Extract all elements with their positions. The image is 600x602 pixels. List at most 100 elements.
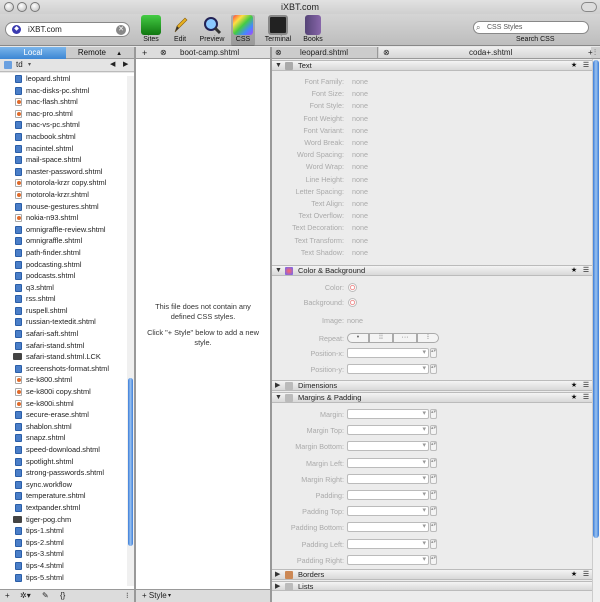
list-menu-icon[interactable]: ☰ [581, 393, 591, 403]
property-stepper[interactable]: ▴▾ [430, 554, 437, 565]
file-list-item[interactable]: nokia-n93.shtml [0, 212, 134, 224]
property-value[interactable]: none [352, 162, 368, 171]
edit-button[interactable]: Edit [168, 15, 192, 43]
list-menu-icon[interactable]: ☰ [581, 381, 591, 391]
zoom-window-button[interactable] [30, 2, 40, 12]
file-list-item[interactable]: leopard.shtml [0, 73, 134, 85]
file-list-item[interactable]: safari-stand.shtml [0, 340, 134, 352]
css-search-input[interactable]: CSS Styles [473, 21, 589, 34]
file-list-item[interactable]: russian-textedit.shtml [0, 316, 134, 328]
property-stepper[interactable]: ▴▾ [430, 425, 437, 436]
resize-handle-icon[interactable]: ⁝ [126, 590, 129, 602]
file-list-item[interactable]: mail-space.shtml [0, 154, 134, 166]
forward-arrow-button[interactable]: ▶ [123, 59, 128, 71]
close-tab-icon[interactable]: ⊗ [160, 47, 167, 59]
file-list-item[interactable]: ruspell.shtml [0, 305, 134, 317]
property-value[interactable]: none [352, 150, 368, 159]
property-dropdown[interactable] [347, 490, 429, 500]
property-dropdown[interactable] [347, 441, 429, 452]
edit-icon[interactable]: ✎ [42, 590, 49, 602]
tab-overflow-icon[interactable]: ⫶ [594, 47, 596, 59]
section-text[interactable]: ▼ Text ★ ☰ [272, 60, 592, 71]
file-list-item[interactable]: safari-saft.shtml [0, 328, 134, 340]
tab-remote[interactable]: Remote ▲ [67, 47, 133, 59]
tab-coda[interactable]: ⊗ coda+.shtml [379, 47, 591, 58]
position-x-dropdown[interactable] [347, 348, 429, 358]
file-list-item[interactable]: temperature.shtml [0, 490, 134, 502]
position-y-stepper[interactable]: ▴▾ [430, 364, 437, 374]
file-list-item[interactable]: omnigraffle.shtml [0, 235, 134, 247]
property-stepper[interactable]: ▴▾ [430, 538, 437, 549]
gear-icon[interactable]: ✲▾ [20, 590, 31, 602]
tab-leopard[interactable]: ⊗ leopard.shtml [272, 47, 378, 58]
star-icon[interactable]: ★ [569, 266, 579, 276]
file-list-item[interactable]: tips-4.shtml [0, 560, 134, 572]
section-margins-padding[interactable]: ▼ Margins & Padding ★ ☰ [272, 392, 592, 403]
file-list-item[interactable]: secure-erase.shtml [0, 409, 134, 421]
property-dropdown[interactable] [347, 506, 429, 517]
file-list-item[interactable]: safari-stand.shtml.LCK [0, 351, 134, 363]
minimize-window-button[interactable] [17, 2, 27, 12]
property-stepper[interactable]: ▴▾ [430, 441, 437, 452]
property-dropdown[interactable] [347, 457, 429, 468]
file-list-scroll-thumb[interactable] [128, 378, 133, 546]
sites-button[interactable]: Sites [140, 15, 162, 43]
repeat-none-segment[interactable]: • [347, 333, 369, 343]
file-list-item[interactable]: spotlight.shtml [0, 456, 134, 468]
star-icon[interactable]: ★ [569, 393, 579, 403]
property-stepper[interactable]: ▴▾ [430, 490, 437, 500]
star-icon[interactable]: ★ [569, 381, 579, 391]
file-list-item[interactable]: rss.shtml [0, 293, 134, 305]
tab-local[interactable]: Local [0, 47, 66, 59]
file-list-item[interactable]: textpander.shtml [0, 502, 134, 514]
section-dimensions[interactable]: ▶ Dimensions ★ ☰ [272, 380, 592, 391]
color-swatch[interactable] [348, 283, 357, 292]
file-list-item[interactable]: macbook.shtml [0, 131, 134, 143]
property-stepper[interactable]: ▴▾ [430, 457, 437, 468]
position-y-dropdown[interactable] [347, 364, 429, 374]
background-swatch[interactable] [348, 298, 357, 307]
file-list-item[interactable]: se-k800i copy.shtml [0, 386, 134, 398]
site-selector[interactable]: iXBT.com [5, 22, 130, 37]
file-list-item[interactable]: sync.workflow [0, 479, 134, 491]
file-list-item[interactable]: motorola-krzr.shtml [0, 189, 134, 201]
file-list-item[interactable]: podcasting.shtml [0, 259, 134, 271]
property-value[interactable]: none [352, 89, 368, 98]
file-list-item[interactable]: mac-disks-pc.shtml [0, 85, 134, 97]
property-dropdown[interactable] [347, 425, 429, 436]
back-arrow-button[interactable]: ◀ [110, 59, 115, 71]
file-list-item[interactable]: mac-pro.shtml [0, 108, 134, 120]
file-list-item[interactable]: motorola-krzr copy.shtml [0, 177, 134, 189]
file-list-item[interactable]: omnigraffle-review.shtml [0, 224, 134, 236]
stylesheet-tab[interactable]: boot-camp.shtml [180, 47, 239, 59]
property-stepper[interactable]: ▴▾ [430, 473, 437, 484]
add-icon[interactable]: + [5, 590, 10, 602]
file-list-item[interactable]: master-password.shtml [0, 166, 134, 178]
properties-scroll-thumb[interactable] [593, 60, 599, 538]
section-lists[interactable]: ▶ Lists [272, 581, 592, 591]
property-value[interactable]: none [352, 77, 368, 86]
property-dropdown[interactable] [347, 554, 429, 565]
property-value[interactable]: none [352, 126, 368, 135]
property-value[interactable]: none [352, 211, 368, 220]
property-dropdown[interactable] [347, 522, 429, 533]
path-popup[interactable]: td [16, 59, 23, 71]
close-site-icon[interactable]: ✕ [116, 25, 126, 35]
property-value[interactable]: none [352, 138, 368, 147]
books-button[interactable]: Books [300, 15, 326, 43]
section-borders[interactable]: ▶ Borders ★ ☰ [272, 569, 592, 580]
toolbar-toggle-button[interactable] [581, 2, 597, 12]
close-tab-icon[interactable]: ⊗ [383, 47, 390, 59]
property-value[interactable]: none [352, 187, 368, 196]
file-list-item[interactable]: path-finder.shtml [0, 247, 134, 259]
file-list-item[interactable]: podcasts.shtml [0, 270, 134, 282]
braces-icon[interactable]: {} [60, 590, 65, 602]
preview-button[interactable]: Preview [198, 15, 226, 43]
list-menu-icon[interactable]: ☰ [581, 61, 591, 71]
property-dropdown[interactable] [347, 473, 429, 484]
star-icon[interactable]: ★ [569, 61, 579, 71]
property-stepper[interactable]: ▴▾ [430, 409, 437, 419]
property-value[interactable]: none [352, 101, 368, 110]
file-list-item[interactable]: macintel.shtml [0, 143, 134, 155]
list-menu-icon[interactable]: ☰ [581, 570, 591, 580]
